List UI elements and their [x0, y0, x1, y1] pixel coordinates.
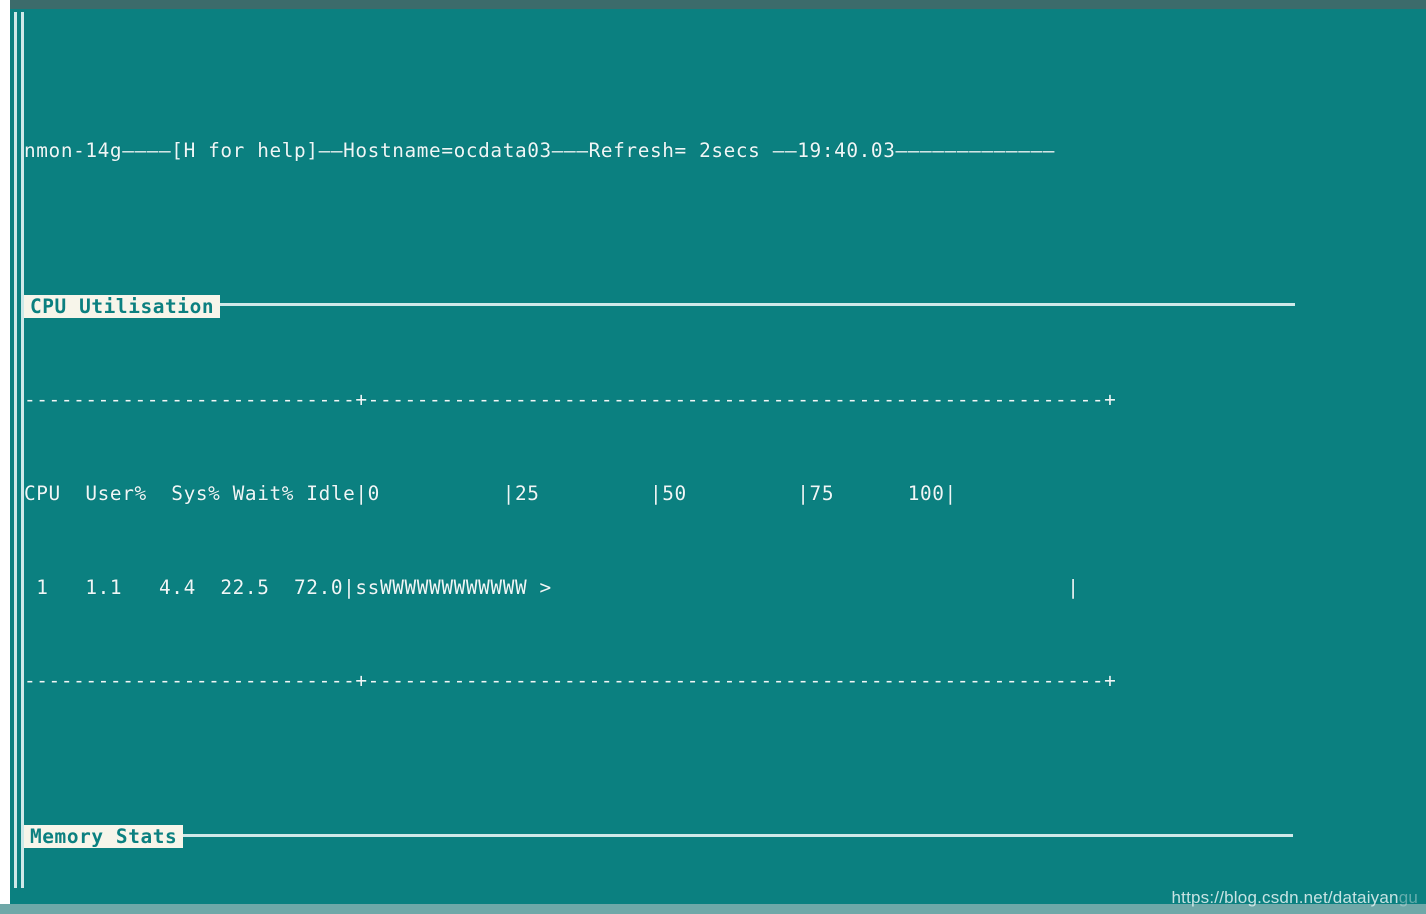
left-edge-strip [0, 0, 10, 914]
cpu-separator-bottom-text: ---------------------------+------------… [24, 669, 1117, 693]
terminal-text-area: nmon-14g————[H for help]——Hostname=ocdat… [24, 10, 1424, 914]
cpu-columns-row: CPU User% Sys% Wait% Idle|0 |25 |50 |75 … [24, 478, 1424, 509]
nmon-header-line: nmon-14g————[H for help]——Hostname=ocdat… [24, 135, 1424, 166]
cpu-separator-top: ---------------------------+------------… [24, 384, 1424, 415]
cpu-separator-top-text: ---------------------------+------------… [24, 388, 1117, 412]
cpu-columns-text: CPU User% Sys% Wait% Idle|0 |25 |50 |75 … [24, 482, 957, 505]
nmon-terminal-screen: nmon-14g————[H for help]——Hostname=ocdat… [0, 0, 1426, 914]
cpu-row-1: 1 1.1 4.4 22.5 72.0|ssWWWWWWWWWWWW > | [24, 572, 1424, 603]
cpu-separator-bottom: ---------------------------+------------… [24, 665, 1424, 696]
cpu-section-title: CPU Utilisation [24, 294, 221, 318]
watermark-text-faded: gu [1398, 888, 1418, 907]
cpu-section-rule [220, 303, 1296, 307]
watermark-text: https://blog.csdn.net/dataiyan [1171, 888, 1399, 907]
top-edge-strip [0, 0, 1426, 9]
cpu-section-title-row: CPU Utilisation [24, 291, 1424, 322]
source-watermark: https://blog.csdn.net/dataiyangu [1172, 888, 1418, 908]
memory-section-rule [183, 833, 1294, 837]
cpu-row-1-text: 1 1.1 4.4 22.5 72.0|ssWWWWWWWWWWWW > | [24, 575, 1080, 599]
memory-section-title: Memory Stats [24, 825, 184, 849]
frame-left-rule-outer [14, 12, 17, 888]
memory-section-title-row: Memory Stats [24, 821, 1424, 852]
nmon-header-text: nmon-14g————[H for help]——Hostname=ocdat… [24, 138, 1056, 162]
